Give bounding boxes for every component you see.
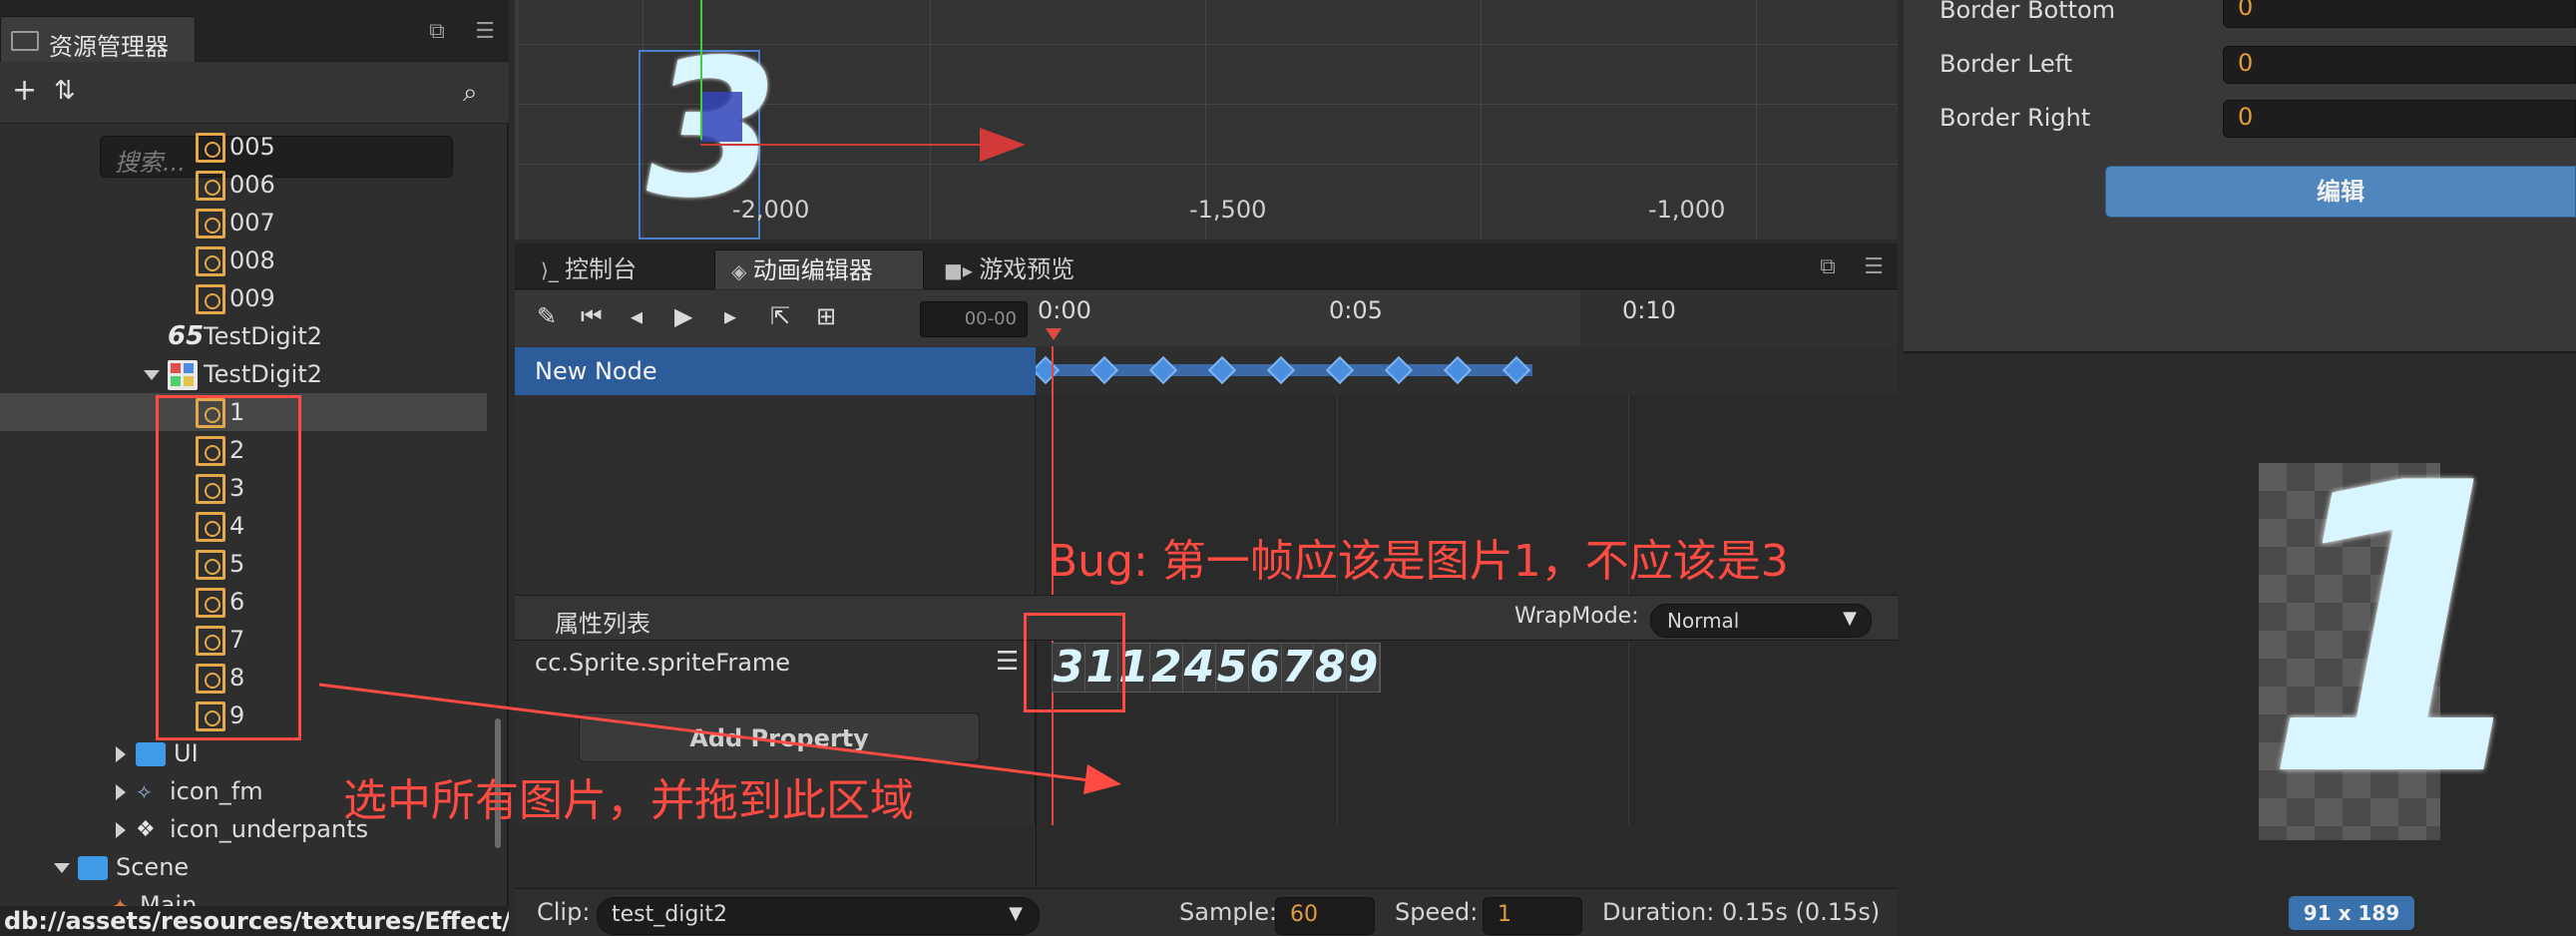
annotation-arrow [318,683,1121,794]
arrow-line [318,683,1090,782]
arrow-head-icon [1083,764,1121,794]
